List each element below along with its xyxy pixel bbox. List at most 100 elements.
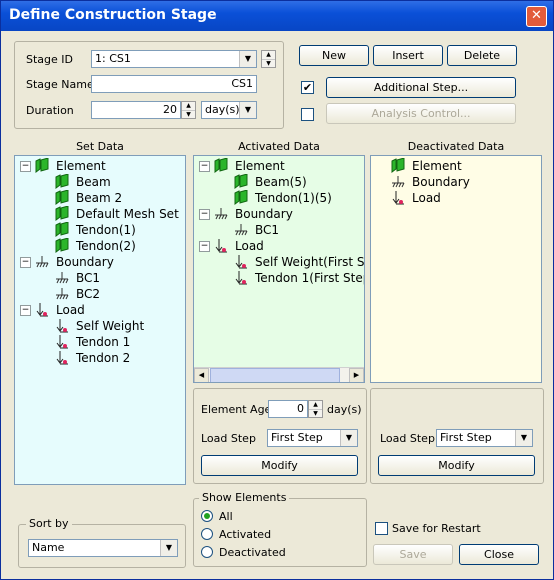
sort-by-combo[interactable]: Name ▼ xyxy=(28,539,178,557)
load-icon xyxy=(392,191,404,205)
load-icon xyxy=(235,271,247,285)
window-title: Define Construction Stage xyxy=(9,7,217,23)
load-step-label: Load Step xyxy=(201,432,256,445)
analysis-control-checkbox[interactable] xyxy=(301,108,314,121)
element-icon xyxy=(35,158,49,173)
element-age-spinner[interactable]: ▲ ▼ xyxy=(308,400,323,418)
stage-name-input[interactable]: CS1 xyxy=(91,75,257,93)
tree-node-beam-5[interactable]: Beam(5) xyxy=(255,174,307,190)
tree-node-bc1[interactable]: BC1 xyxy=(76,270,100,286)
stage-id-spinner[interactable]: ▲ ▼ xyxy=(261,50,276,68)
load-icon xyxy=(36,303,48,317)
close-button[interactable]: Close xyxy=(459,544,539,565)
collapse-icon[interactable]: − xyxy=(199,241,210,252)
duration-input[interactable]: 20 xyxy=(91,101,181,119)
save-for-restart-checkbox[interactable] xyxy=(375,522,388,535)
additional-step-button[interactable]: Additional Step... xyxy=(326,77,516,98)
show-elements-label: Show Elements xyxy=(199,491,290,504)
tree-node-tendon-1[interactable]: Tendon 1(First Step xyxy=(255,270,364,286)
element-age-unit: day(s) xyxy=(327,403,362,416)
show-deactivated-radio[interactable] xyxy=(201,546,213,558)
tree-node-beam-2[interactable]: Beam 2 xyxy=(76,190,122,206)
show-activated-radio[interactable] xyxy=(201,528,213,540)
new-button[interactable]: New xyxy=(299,45,369,66)
chevron-down-icon[interactable]: ▼ xyxy=(160,540,177,556)
activated-modify-button[interactable]: Modify xyxy=(201,455,358,476)
activated-data-tree[interactable]: − Element Beam(5) Tendon(1)(5) − Boundar… xyxy=(193,155,365,383)
sort-by-value: Name xyxy=(32,541,65,554)
load-icon xyxy=(56,351,68,365)
activated-load-step-combo[interactable]: First Step ▼ xyxy=(267,429,358,447)
set-data-tree[interactable]: − Element Beam Beam 2 Default Mesh Set T… xyxy=(14,155,186,485)
tree-node-bc2[interactable]: BC2 xyxy=(76,286,100,302)
collapse-icon[interactable]: − xyxy=(199,161,210,172)
boundary-icon xyxy=(235,224,248,236)
tree-node-tendon-2-load[interactable]: Tendon 2 xyxy=(76,350,130,366)
tree-node-self-weight[interactable]: Self Weight(First St xyxy=(255,254,364,270)
analysis-control-button[interactable]: Analysis Control... xyxy=(326,103,516,124)
load-icon xyxy=(56,335,68,349)
duration-spinner[interactable]: ▲ ▼ xyxy=(181,101,196,119)
tree-node-bc1[interactable]: BC1 xyxy=(255,222,279,238)
scroll-left-icon[interactable]: ◀ xyxy=(194,368,209,382)
save-for-restart-label: Save for Restart xyxy=(392,522,481,535)
tree-node-tendon-2[interactable]: Tendon(2) xyxy=(76,238,136,254)
scroll-right-icon[interactable]: ▶ xyxy=(349,368,364,382)
insert-button[interactable]: Insert xyxy=(373,45,443,66)
tree-node-beam[interactable]: Beam xyxy=(76,174,111,190)
tree-node-element[interactable]: Element xyxy=(412,158,462,174)
element-icon xyxy=(55,238,69,253)
show-activated-label: Activated xyxy=(219,528,272,541)
additional-step-checkbox[interactable]: ✔ xyxy=(301,81,314,94)
deactivated-data-tree[interactable]: Element Boundary Load xyxy=(370,155,542,383)
tree-node-load[interactable]: Load xyxy=(235,238,264,254)
tree-node-self-weight[interactable]: Self Weight xyxy=(76,318,144,334)
tree-node-boundary[interactable]: Boundary xyxy=(56,254,114,270)
element-icon xyxy=(55,206,69,221)
sort-by-label: Sort by xyxy=(26,517,72,530)
down-arrow-icon[interactable]: ▼ xyxy=(309,410,322,418)
down-arrow-icon[interactable]: ▼ xyxy=(182,111,195,119)
stage-id-value: 1: CS1 xyxy=(95,52,131,65)
tree-node-boundary[interactable]: Boundary xyxy=(235,206,293,222)
show-all-radio[interactable] xyxy=(201,510,213,522)
element-icon xyxy=(214,158,228,173)
duration-unit-combo[interactable]: day(s) ▼ xyxy=(201,101,257,119)
close-window-button[interactable]: ✕ xyxy=(526,6,547,27)
tree-node-tendon-1[interactable]: Tendon(1) xyxy=(76,222,136,238)
collapse-icon[interactable]: − xyxy=(20,305,31,316)
tree-node-load[interactable]: Load xyxy=(56,302,85,318)
load-icon xyxy=(56,319,68,333)
deactivated-load-step-combo[interactable]: First Step ▼ xyxy=(436,429,533,447)
chevron-down-icon[interactable]: ▼ xyxy=(239,102,256,118)
tree-node-load[interactable]: Load xyxy=(412,190,441,206)
collapse-icon[interactable]: − xyxy=(199,209,210,220)
duration-unit-value: day(s) xyxy=(205,103,240,116)
dialog-window: Define Construction Stage ✕ Stage ID 1: … xyxy=(0,0,554,580)
up-arrow-icon[interactable]: ▲ xyxy=(182,102,195,111)
collapse-icon[interactable]: − xyxy=(20,257,31,268)
element-icon xyxy=(55,174,69,189)
delete-button[interactable]: Delete xyxy=(447,45,517,66)
scroll-thumb[interactable] xyxy=(210,368,340,382)
collapse-icon[interactable]: − xyxy=(20,161,31,172)
tree-node-tendon-1-5[interactable]: Tendon(1)(5) xyxy=(255,190,332,206)
up-arrow-icon[interactable]: ▲ xyxy=(309,401,322,410)
tree-node-default-mesh-set[interactable]: Default Mesh Set xyxy=(76,206,179,222)
up-arrow-icon[interactable]: ▲ xyxy=(262,51,275,60)
deactivated-modify-button[interactable]: Modify xyxy=(378,455,535,476)
save-button[interactable]: Save xyxy=(373,544,453,565)
horizontal-scrollbar[interactable]: ◀ ▶ xyxy=(194,367,364,382)
tree-node-element[interactable]: Element xyxy=(56,158,106,174)
chevron-down-icon[interactable]: ▼ xyxy=(515,430,532,446)
chevron-down-icon[interactable]: ▼ xyxy=(239,51,256,67)
element-age-input[interactable]: 0 xyxy=(268,400,308,418)
chevron-down-icon[interactable]: ▼ xyxy=(340,430,357,446)
tree-node-boundary[interactable]: Boundary xyxy=(412,174,470,190)
stage-id-combo[interactable]: 1: CS1 ▼ xyxy=(91,50,257,68)
tree-node-tendon-1-load[interactable]: Tendon 1 xyxy=(76,334,130,350)
title-bar[interactable]: Define Construction Stage ✕ xyxy=(1,1,553,31)
tree-node-element[interactable]: Element xyxy=(235,158,285,174)
boundary-icon xyxy=(56,272,69,284)
down-arrow-icon[interactable]: ▼ xyxy=(262,60,275,68)
